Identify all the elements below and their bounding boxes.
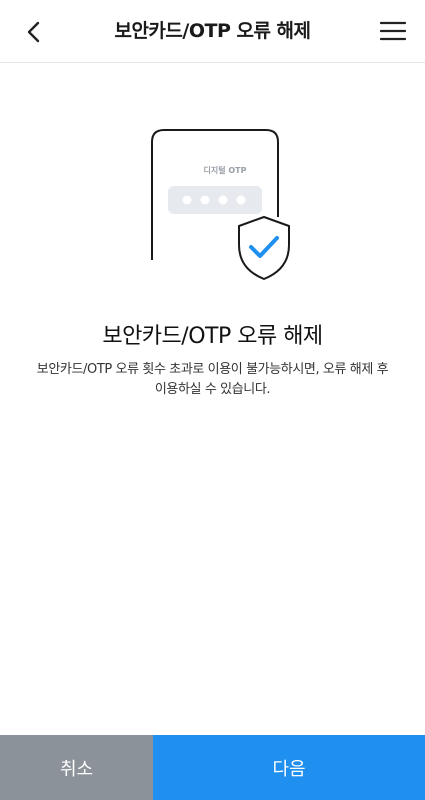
footer-buttons: 취소 다음 <box>0 735 425 800</box>
description-line-1: 보안카드/OTP 오류 횟수 초과로 이용이 불가능하시면, 오류 해제 후 <box>36 362 389 377</box>
next-button[interactable]: 다음 <box>153 735 425 800</box>
back-button[interactable] <box>14 14 54 50</box>
shield-check-icon <box>238 215 290 281</box>
content-title: 보안카드/OTP 오류 해제 <box>102 324 323 349</box>
menu-button[interactable] <box>375 13 411 49</box>
page-title: 보안카드/OTP 오류 해제 <box>114 20 311 42</box>
cancel-button[interactable]: 취소 <box>0 735 153 800</box>
app-header: 보안카드/OTP 오류 해제 <box>0 0 425 63</box>
hamburger-menu-icon <box>380 21 406 41</box>
otp-illustration: 디지털 OTP <box>145 122 305 292</box>
otp-label: 디지털 OTP <box>203 166 247 175</box>
description-line-2: 이용하실 수 있습니다. <box>154 382 271 397</box>
description: 보안카드/OTP 오류 횟수 초과로 이용이 불가능하시면, 오류 해제 후 이… <box>20 360 405 400</box>
chevron-left-icon <box>27 21 40 43</box>
